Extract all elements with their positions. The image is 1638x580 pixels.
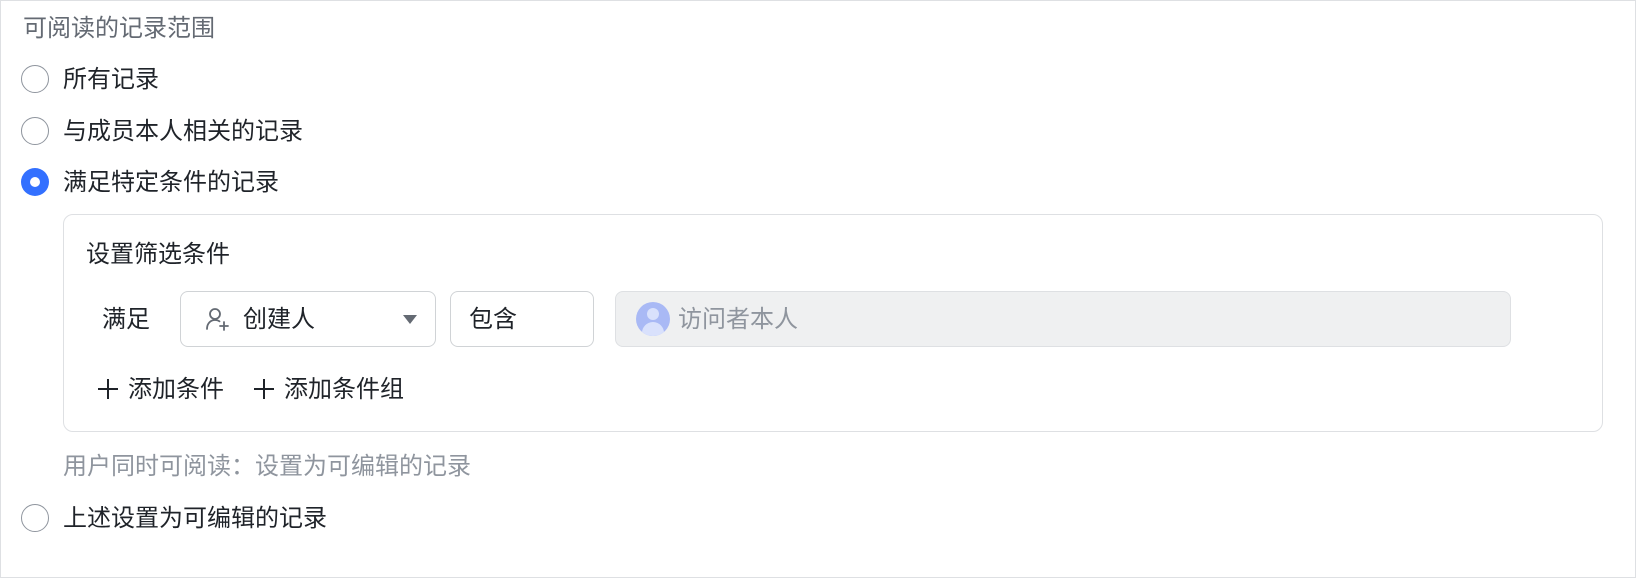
option-specific-conditions[interactable]: 满足特定条件的记录 — [21, 162, 279, 202]
radio-editable-records[interactable] — [21, 504, 49, 532]
condition-row: 满足 创建人 包含 访问者本人 — [64, 291, 1602, 347]
user-add-icon — [205, 306, 231, 332]
option-label: 所有记录 — [63, 65, 159, 93]
option-label: 与成员本人相关的记录 — [63, 117, 303, 145]
add-condition-button[interactable]: 添加条件 — [98, 372, 224, 406]
option-all-records[interactable]: 所有记录 — [21, 59, 159, 99]
radio-member-related[interactable] — [21, 117, 49, 145]
plus-icon — [98, 379, 118, 399]
plus-icon — [254, 379, 274, 399]
option-label: 上述设置为可编辑的记录 — [63, 504, 327, 532]
field-select[interactable]: 创建人 — [180, 291, 436, 347]
add-condition-label: 添加条件 — [128, 375, 224, 403]
add-condition-group-button[interactable]: 添加条件组 — [254, 372, 404, 406]
hint-text: 用户同时可阅读：设置为可编辑的记录 — [63, 452, 471, 480]
section-title: 可阅读的记录范围 — [23, 14, 215, 42]
filter-conditions-box: 设置筛选条件 满足 创建人 包含 访问者本人 添加条件 添加条件组 — [63, 214, 1603, 432]
avatar — [636, 302, 670, 336]
match-label: 满足 — [102, 305, 150, 333]
operator-select[interactable]: 包含 — [450, 291, 594, 347]
field-label: 创建人 — [243, 305, 315, 333]
filter-actions: 添加条件 添加条件组 — [98, 371, 434, 407]
filter-title: 设置筛选条件 — [86, 240, 230, 268]
option-editable-records[interactable]: 上述设置为可编辑的记录 — [21, 498, 327, 538]
value-field[interactable]: 访问者本人 — [615, 291, 1511, 347]
add-condition-group-label: 添加条件组 — [284, 375, 404, 403]
operator-label: 包含 — [469, 305, 517, 333]
option-member-related[interactable]: 与成员本人相关的记录 — [21, 111, 303, 151]
caret-down-icon — [403, 315, 417, 324]
radio-specific-conditions[interactable] — [21, 168, 49, 196]
option-label: 满足特定条件的记录 — [63, 168, 279, 196]
value-text: 访问者本人 — [678, 305, 798, 333]
radio-all-records[interactable] — [21, 65, 49, 93]
read-scope-panel: 可阅读的记录范围 所有记录 与成员本人相关的记录 满足特定条件的记录 设置筛选条… — [0, 0, 1636, 578]
